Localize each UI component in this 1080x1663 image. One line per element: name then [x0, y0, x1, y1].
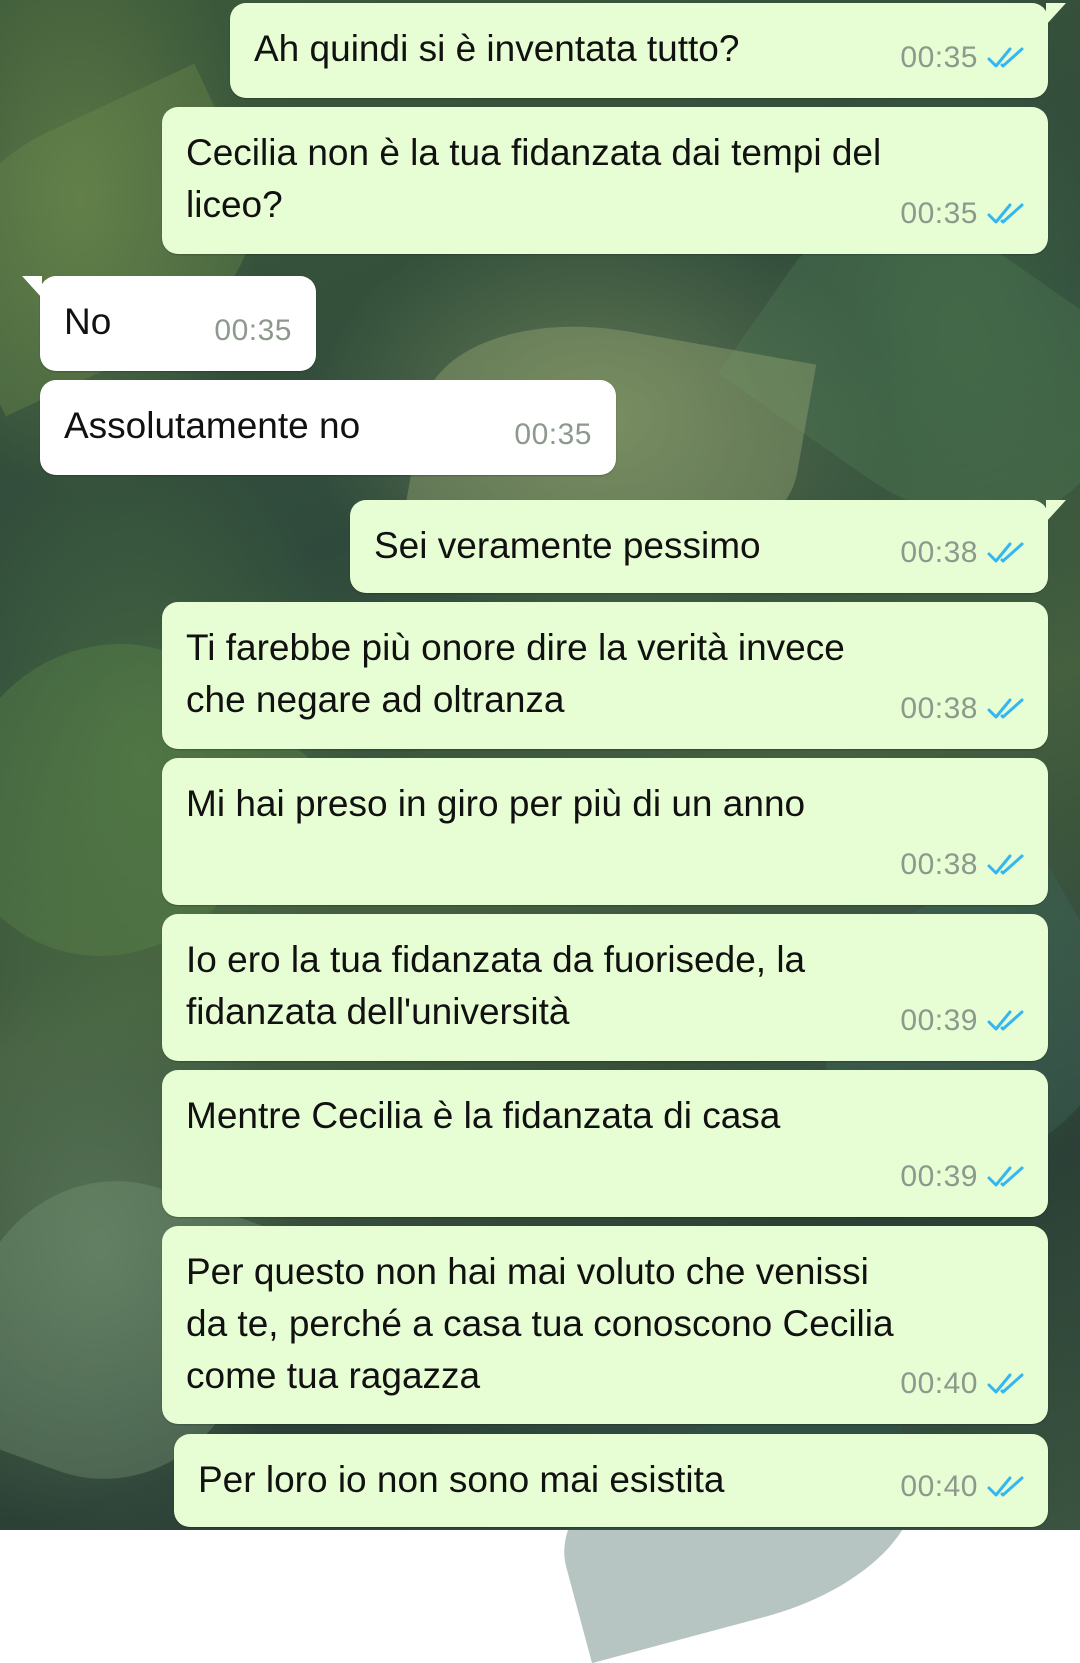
- message-text: Cecilia non è la tua fidanzata dai tempi…: [186, 132, 882, 225]
- message-text: Assolutamente no: [64, 405, 361, 446]
- outgoing-message[interactable]: Io ero la tua fidanzata da fuorisede, la…: [162, 914, 1048, 1061]
- message-meta: 00:39: [900, 995, 1026, 1047]
- bubble-tail: [1046, 3, 1066, 25]
- message-timestamp: 00:38: [900, 848, 978, 881]
- bubble-tail: [1046, 500, 1066, 522]
- message-meta: 00:38: [900, 527, 1026, 579]
- message-timestamp: 00:35: [900, 41, 978, 74]
- outgoing-message[interactable]: Cecilia non è la tua fidanzata dai tempi…: [162, 107, 1048, 254]
- double-check-icon: [987, 1476, 1024, 1497]
- outgoing-message[interactable]: Per loro io non sono mai esistita 00:40: [174, 1434, 1048, 1527]
- message-meta: 00:39: [900, 1151, 1026, 1203]
- outgoing-message[interactable]: Ti farebbe più onore dire la verità inve…: [162, 602, 1048, 749]
- message-meta: 00:38: [900, 839, 1026, 891]
- message-text: Io ero la tua fidanzata da fuorisede, la…: [186, 939, 806, 1032]
- outgoing-message[interactable]: Mentre Cecilia è la fidanzata di casa 00:…: [162, 1070, 1048, 1217]
- double-check-icon: [987, 47, 1024, 68]
- double-check-icon: [987, 1010, 1024, 1031]
- outgoing-message[interactable]: Mi hai preso in giro per più di un anno 0…: [162, 758, 1048, 905]
- message-timestamp: 00:35: [514, 418, 592, 451]
- message-timestamp: 00:35: [900, 197, 978, 230]
- message-meta: 00:38: [900, 683, 1026, 735]
- message-text: Ti farebbe più onore dire la verità inve…: [186, 627, 845, 720]
- outgoing-message[interactable]: Sei veramente pessimo 00:38: [350, 500, 1066, 593]
- message-meta: 00:35: [514, 409, 592, 461]
- message-meta: 00:35: [214, 305, 292, 357]
- double-check-icon: [987, 854, 1024, 875]
- message-text: Mentre Cecilia è la fidanzata di casa: [186, 1095, 781, 1136]
- message-meta: 00:35: [900, 32, 1026, 84]
- incoming-message[interactable]: No 00:35: [22, 276, 316, 371]
- message-meta: 00:40: [900, 1461, 1026, 1513]
- message-text: Per questo non hai mai voluto che veniss…: [186, 1251, 894, 1396]
- outgoing-message[interactable]: Per questo non hai mai voluto che veniss…: [162, 1226, 1048, 1424]
- message-timestamp: 00:39: [900, 1004, 978, 1037]
- double-check-icon: [987, 1373, 1024, 1394]
- double-check-icon: [987, 203, 1024, 224]
- double-check-icon: [987, 542, 1024, 563]
- message-timestamp: 00:38: [900, 536, 978, 569]
- message-text: Mi hai preso in giro per più di un anno: [186, 783, 806, 824]
- bubble-tail: [22, 276, 42, 298]
- double-check-icon: [987, 1166, 1024, 1187]
- message-timestamp: 00:35: [214, 314, 292, 347]
- message-meta: 00:35: [900, 188, 1026, 240]
- outgoing-message[interactable]: Ah quindi si è inventata tutto? 00:35: [230, 3, 1066, 98]
- message-timestamp: 00:40: [900, 1367, 978, 1400]
- message-timestamp: 00:40: [900, 1470, 978, 1503]
- message-timestamp: 00:38: [900, 692, 978, 725]
- message-meta: 00:40: [900, 1358, 1026, 1410]
- message-timestamp: 00:39: [900, 1160, 978, 1193]
- double-check-icon: [987, 698, 1024, 719]
- incoming-message[interactable]: Assolutamente no 00:35: [40, 380, 616, 475]
